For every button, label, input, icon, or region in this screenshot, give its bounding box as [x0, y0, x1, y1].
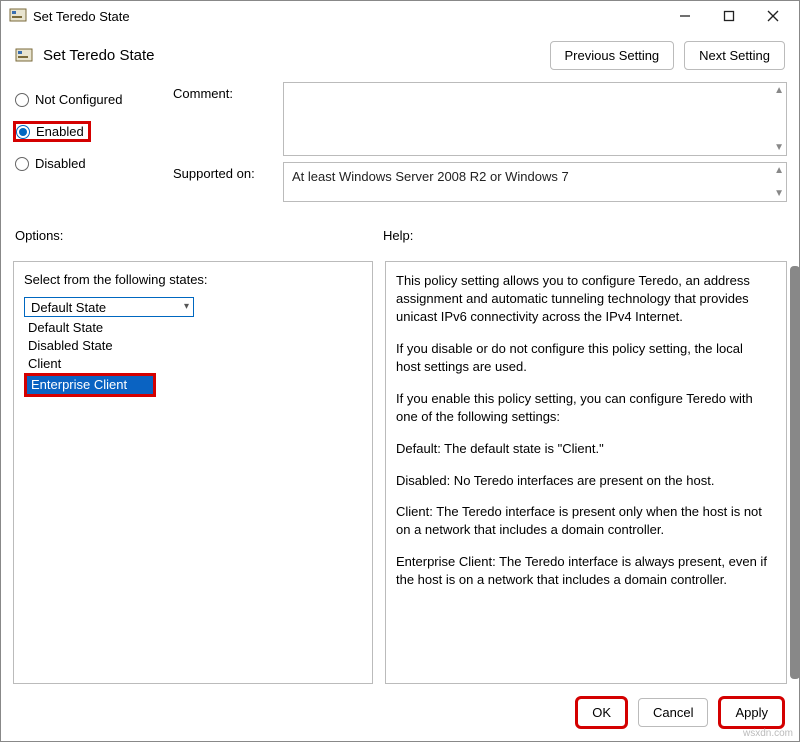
- states-combobox[interactable]: Default State ▾: [24, 297, 194, 317]
- radio-indicator: [16, 125, 30, 139]
- help-paragraph: Disabled: No Teredo interfaces are prese…: [396, 472, 768, 490]
- combo-item-default-state[interactable]: Default State: [24, 319, 214, 337]
- select-states-label: Select from the following states:: [24, 272, 362, 287]
- scroll-up-icon[interactable]: ▲: [774, 165, 784, 176]
- minimize-button[interactable]: [675, 6, 695, 26]
- comment-textarea[interactable]: ▲ ▼: [283, 82, 787, 156]
- radio-disabled[interactable]: Disabled: [13, 154, 173, 173]
- supported-label: Supported on:: [173, 162, 283, 202]
- radio-label: Disabled: [35, 156, 86, 171]
- radio-label: Enabled: [36, 124, 84, 139]
- combo-item-disabled-state[interactable]: Disabled State: [24, 337, 214, 355]
- help-paragraph: If you disable or do not configure this …: [396, 340, 768, 376]
- next-setting-button[interactable]: Next Setting: [684, 41, 785, 70]
- help-paragraph: Enterprise Client: The Teredo interface …: [396, 553, 768, 589]
- states-dropdown-list: Default State Disabled State Client Ente…: [24, 319, 214, 397]
- state-and-fields-row: Not Configured Enabled Disabled Comment:…: [13, 74, 787, 208]
- comment-label: Comment:: [173, 82, 283, 156]
- scrollbar[interactable]: [790, 266, 800, 679]
- window-controls: [675, 6, 791, 26]
- help-panel: This policy setting allows you to config…: [385, 261, 787, 684]
- dialog-footer: OK Cancel Apply: [1, 684, 799, 741]
- help-paragraph: Client: The Teredo interface is present …: [396, 503, 768, 539]
- policy-title: Set Teredo State: [43, 47, 154, 64]
- help-text: This policy setting allows you to config…: [396, 272, 768, 589]
- titlebar: Set Teredo State: [1, 1, 799, 31]
- radio-indicator: [15, 157, 29, 171]
- window-title: Set Teredo State: [33, 9, 130, 24]
- nav-buttons: Previous Setting Next Setting: [550, 41, 786, 70]
- gpedit-dialog-window: Set Teredo State Set Teredo State Previo…: [0, 0, 800, 742]
- options-panel: Select from the following states: Defaul…: [13, 261, 373, 684]
- scroll-down-icon[interactable]: ▼: [774, 188, 784, 199]
- supported-field-row: Supported on: At least Windows Server 20…: [173, 162, 787, 202]
- maximize-button[interactable]: [719, 6, 739, 26]
- previous-setting-button[interactable]: Previous Setting: [550, 41, 675, 70]
- state-radio-group: Not Configured Enabled Disabled: [13, 74, 173, 208]
- close-button[interactable]: [763, 6, 783, 26]
- combo-item-enterprise-client[interactable]: Enterprise Client: [24, 373, 156, 397]
- dialog-content: Not Configured Enabled Disabled Comment:…: [1, 74, 799, 684]
- supported-on-box: At least Windows Server 2008 R2 or Windo…: [283, 162, 787, 202]
- app-icon: [9, 7, 27, 25]
- scroll-down-icon[interactable]: ▼: [774, 142, 784, 153]
- policy-icon: [15, 47, 33, 65]
- combobox-value: Default State: [31, 300, 106, 315]
- radio-indicator: [15, 93, 29, 107]
- supported-on-text: At least Windows Server 2008 R2 or Windo…: [292, 169, 569, 184]
- fields-column: Comment: ▲ ▼ Supported on: At least Wind…: [173, 74, 787, 208]
- help-paragraph: Default: The default state is "Client.": [396, 440, 768, 458]
- section-labels-row: Options: Help:: [13, 228, 787, 243]
- apply-button[interactable]: Apply: [720, 698, 783, 727]
- help-paragraph: If you enable this policy setting, you c…: [396, 390, 768, 426]
- scroll-up-icon[interactable]: ▲: [774, 85, 784, 96]
- dialog-header: Set Teredo State Previous Setting Next S…: [1, 31, 799, 74]
- cancel-button[interactable]: Cancel: [638, 698, 708, 727]
- ok-button[interactable]: OK: [577, 698, 626, 727]
- watermark: wsxdn.com: [743, 728, 793, 739]
- panels-row: Select from the following states: Defaul…: [13, 261, 787, 684]
- comment-field-row: Comment: ▲ ▼: [173, 82, 787, 156]
- radio-label: Not Configured: [35, 92, 122, 107]
- help-paragraph: This policy setting allows you to config…: [396, 272, 768, 326]
- radio-not-configured[interactable]: Not Configured: [13, 90, 173, 109]
- combo-item-client[interactable]: Client: [24, 355, 214, 373]
- help-heading: Help:: [383, 228, 413, 243]
- radio-enabled[interactable]: Enabled: [13, 121, 91, 142]
- options-heading: Options:: [13, 228, 383, 243]
- chevron-down-icon: ▾: [184, 301, 189, 312]
